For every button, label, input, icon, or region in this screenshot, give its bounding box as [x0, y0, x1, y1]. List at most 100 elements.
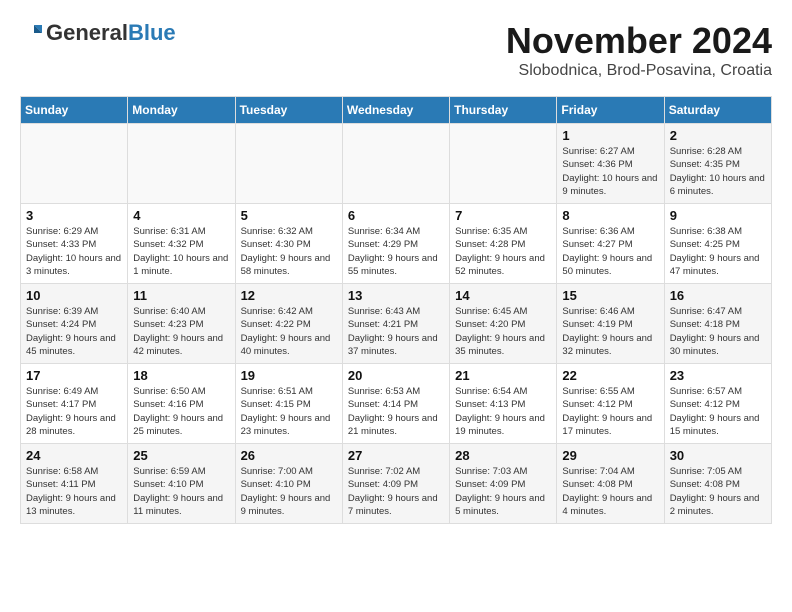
day-info: Sunrise: 6:40 AM Sunset: 4:23 PM Dayligh… — [133, 305, 229, 358]
week-row-5: 24Sunrise: 6:58 AM Sunset: 4:11 PM Dayli… — [21, 444, 772, 524]
day-cell: 12 Sunrise: 6:42 AM Sunset: 4:22 PM Dayli… — [235, 284, 342, 364]
col-header-friday: Friday — [557, 97, 664, 124]
day-info: Sunrise: 7:05 AM Sunset: 4:08 PM Dayligh… — [670, 465, 766, 518]
day-number: 28 — [455, 448, 551, 463]
day-cell: 27Sunrise: 7:02 AM Sunset: 4:09 PM Dayli… — [342, 444, 449, 524]
week-row-3: 10 Sunrise: 6:39 AM Sunset: 4:24 PM Dayli… — [21, 284, 772, 364]
day-number: 9 — [670, 208, 766, 223]
day-number: 15 — [562, 288, 658, 303]
day-number: 29 — [562, 448, 658, 463]
day-number: 17 — [26, 368, 122, 383]
day-cell — [235, 124, 342, 204]
calendar-table: SundayMondayTuesdayWednesdayThursdayFrid… — [20, 96, 772, 524]
day-info: Sunrise: 6:32 AM Sunset: 4:30 PM Dayligh… — [241, 225, 337, 278]
day-info: Sunrise: 7:04 AM Sunset: 4:08 PM Dayligh… — [562, 465, 658, 518]
day-number: 12 — [241, 288, 337, 303]
day-cell — [21, 124, 128, 204]
day-info: Sunrise: 6:46 AM Sunset: 4:19 PM Dayligh… — [562, 305, 658, 358]
day-cell: 16 Sunrise: 6:47 AM Sunset: 4:18 PM Dayli… — [664, 284, 771, 364]
day-info: Sunrise: 6:34 AM Sunset: 4:29 PM Dayligh… — [348, 225, 444, 278]
day-number: 27 — [348, 448, 444, 463]
day-number: 25 — [133, 448, 229, 463]
title-block: November 2024 Slobodnica, Brod-Posavina,… — [506, 20, 772, 80]
day-cell: 1Sunrise: 6:27 AM Sunset: 4:36 PM Daylig… — [557, 124, 664, 204]
day-number: 14 — [455, 288, 551, 303]
day-info: Sunrise: 6:28 AM Sunset: 4:35 PM Dayligh… — [670, 145, 766, 198]
day-cell: 11 Sunrise: 6:40 AM Sunset: 4:23 PM Dayli… — [128, 284, 235, 364]
col-header-sunday: Sunday — [21, 97, 128, 124]
col-header-saturday: Saturday — [664, 97, 771, 124]
day-cell — [342, 124, 449, 204]
day-info: Sunrise: 6:58 AM Sunset: 4:11 PM Dayligh… — [26, 465, 122, 518]
day-info: Sunrise: 6:42 AM Sunset: 4:22 PM Dayligh… — [241, 305, 337, 358]
week-row-2: 3 Sunrise: 6:29 AM Sunset: 4:33 PM Daylig… — [21, 204, 772, 284]
day-number: 18 — [133, 368, 229, 383]
day-cell: 7 Sunrise: 6:35 AM Sunset: 4:28 PM Daylig… — [450, 204, 557, 284]
day-info: Sunrise: 6:27 AM Sunset: 4:36 PM Dayligh… — [562, 145, 658, 198]
day-number: 16 — [670, 288, 766, 303]
day-cell: 15 Sunrise: 6:46 AM Sunset: 4:19 PM Dayli… — [557, 284, 664, 364]
day-cell: 8 Sunrise: 6:36 AM Sunset: 4:27 PM Daylig… — [557, 204, 664, 284]
day-info: Sunrise: 6:31 AM Sunset: 4:32 PM Dayligh… — [133, 225, 229, 278]
day-cell: 19Sunrise: 6:51 AM Sunset: 4:15 PM Dayli… — [235, 364, 342, 444]
day-cell — [128, 124, 235, 204]
day-info: Sunrise: 6:36 AM Sunset: 4:27 PM Dayligh… — [562, 225, 658, 278]
day-cell: 25 Sunrise: 6:59 AM Sunset: 4:10 PM Dayli… — [128, 444, 235, 524]
day-cell: 18 Sunrise: 6:50 AM Sunset: 4:16 PM Dayli… — [128, 364, 235, 444]
day-cell: 14 Sunrise: 6:45 AM Sunset: 4:20 PM Dayli… — [450, 284, 557, 364]
logo: GeneralBlue — [20, 20, 176, 46]
day-number: 7 — [455, 208, 551, 223]
day-number: 23 — [670, 368, 766, 383]
header: GeneralBlue November 2024 Slobodnica, Br… — [20, 20, 772, 80]
day-info: Sunrise: 6:57 AM Sunset: 4:12 PM Dayligh… — [670, 385, 766, 438]
day-number: 19 — [241, 368, 337, 383]
day-cell: 2Sunrise: 6:28 AM Sunset: 4:35 PM Daylig… — [664, 124, 771, 204]
day-number: 3 — [26, 208, 122, 223]
day-number: 26 — [241, 448, 337, 463]
day-cell: 6 Sunrise: 6:34 AM Sunset: 4:29 PM Daylig… — [342, 204, 449, 284]
col-header-monday: Monday — [128, 97, 235, 124]
day-cell: 28 Sunrise: 7:03 AM Sunset: 4:09 PM Dayli… — [450, 444, 557, 524]
day-number: 21 — [455, 368, 551, 383]
day-cell: 3 Sunrise: 6:29 AM Sunset: 4:33 PM Daylig… — [21, 204, 128, 284]
col-header-wednesday: Wednesday — [342, 97, 449, 124]
week-row-1: 1Sunrise: 6:27 AM Sunset: 4:36 PM Daylig… — [21, 124, 772, 204]
day-cell: 17 Sunrise: 6:49 AM Sunset: 4:17 PM Dayli… — [21, 364, 128, 444]
day-number: 8 — [562, 208, 658, 223]
day-cell: 29 Sunrise: 7:04 AM Sunset: 4:08 PM Dayli… — [557, 444, 664, 524]
day-info: Sunrise: 6:59 AM Sunset: 4:10 PM Dayligh… — [133, 465, 229, 518]
week-row-4: 17 Sunrise: 6:49 AM Sunset: 4:17 PM Dayli… — [21, 364, 772, 444]
logo-general-text: General — [46, 20, 128, 46]
day-number: 10 — [26, 288, 122, 303]
logo-icon — [20, 21, 44, 45]
day-number: 22 — [562, 368, 658, 383]
logo-blue-text: Blue — [128, 20, 176, 46]
day-info: Sunrise: 6:53 AM Sunset: 4:14 PM Dayligh… — [348, 385, 444, 438]
day-cell — [450, 124, 557, 204]
day-number: 6 — [348, 208, 444, 223]
day-info: Sunrise: 6:47 AM Sunset: 4:18 PM Dayligh… — [670, 305, 766, 358]
day-number: 30 — [670, 448, 766, 463]
col-header-thursday: Thursday — [450, 97, 557, 124]
day-cell: 21 Sunrise: 6:54 AM Sunset: 4:13 PM Dayli… — [450, 364, 557, 444]
day-number: 13 — [348, 288, 444, 303]
day-info: Sunrise: 7:03 AM Sunset: 4:09 PM Dayligh… — [455, 465, 551, 518]
day-info: Sunrise: 6:45 AM Sunset: 4:20 PM Dayligh… — [455, 305, 551, 358]
day-info: Sunrise: 6:38 AM Sunset: 4:25 PM Dayligh… — [670, 225, 766, 278]
day-info: Sunrise: 6:54 AM Sunset: 4:13 PM Dayligh… — [455, 385, 551, 438]
col-header-tuesday: Tuesday — [235, 97, 342, 124]
day-info: Sunrise: 6:49 AM Sunset: 4:17 PM Dayligh… — [26, 385, 122, 438]
day-info: Sunrise: 6:43 AM Sunset: 4:21 PM Dayligh… — [348, 305, 444, 358]
day-info: Sunrise: 6:35 AM Sunset: 4:28 PM Dayligh… — [455, 225, 551, 278]
day-info: Sunrise: 7:00 AM Sunset: 4:10 PM Dayligh… — [241, 465, 337, 518]
day-info: Sunrise: 6:29 AM Sunset: 4:33 PM Dayligh… — [26, 225, 122, 278]
month-year: November 2024 — [506, 20, 772, 62]
day-info: Sunrise: 6:39 AM Sunset: 4:24 PM Dayligh… — [26, 305, 122, 358]
day-cell: 24Sunrise: 6:58 AM Sunset: 4:11 PM Dayli… — [21, 444, 128, 524]
day-cell: 23 Sunrise: 6:57 AM Sunset: 4:12 PM Dayli… — [664, 364, 771, 444]
day-cell: 26 Sunrise: 7:00 AM Sunset: 4:10 PM Dayli… — [235, 444, 342, 524]
day-cell: 4Sunrise: 6:31 AM Sunset: 4:32 PM Daylig… — [128, 204, 235, 284]
day-cell: 22Sunrise: 6:55 AM Sunset: 4:12 PM Dayli… — [557, 364, 664, 444]
day-number: 11 — [133, 288, 229, 303]
day-info: Sunrise: 6:50 AM Sunset: 4:16 PM Dayligh… — [133, 385, 229, 438]
